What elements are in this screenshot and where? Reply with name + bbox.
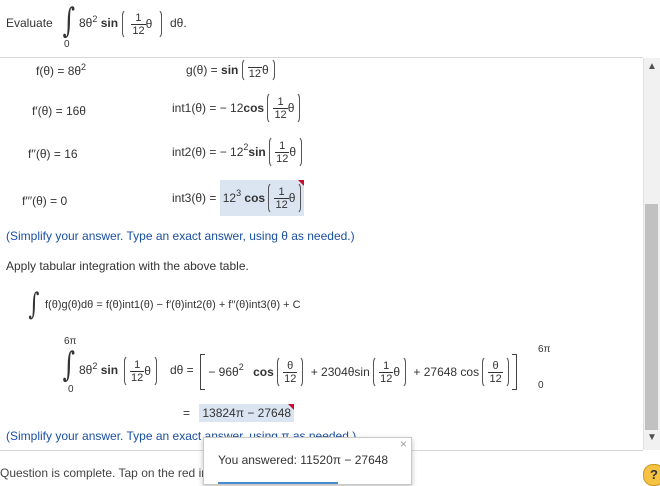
int3-answer-box[interactable]: 123 cos 1 12 θ xyxy=(219,180,305,216)
scroll-down-icon[interactable]: ▼ xyxy=(647,432,657,443)
scroll-up-icon[interactable]: ▲ xyxy=(647,61,657,72)
frac-numerator: 1 xyxy=(131,12,146,25)
g-row: g(θ) = sin 12 θ xyxy=(186,58,275,82)
formula-integral-sign: ∫ xyxy=(28,287,40,322)
term1-exponent: 2 xyxy=(238,362,244,373)
int1-frac-den: 12 xyxy=(274,108,287,121)
theta-symbol: θ xyxy=(145,17,153,31)
lhs-sin: sin xyxy=(100,363,119,377)
f2-row: f′′(θ) = 16 xyxy=(28,147,78,161)
int1-label: int1(θ) = xyxy=(172,101,217,115)
term2-frac-den: 12 xyxy=(380,372,393,385)
lhs-theta: θ xyxy=(144,364,151,378)
term3-frac-num: θ xyxy=(488,360,503,373)
term1-frac-den: 12 xyxy=(284,372,297,385)
term2-theta: θ xyxy=(393,365,401,379)
scrollbar-thumb[interactable] xyxy=(645,204,658,430)
term2-text: + 2304θsin xyxy=(310,365,370,379)
int2-frac-num: 1 xyxy=(275,140,290,153)
dtheta-label: dθ. xyxy=(170,16,187,30)
int1-frac-num: 1 xyxy=(273,96,288,109)
int1-row: int1(θ) = − 12cos 1 12 θ xyxy=(172,92,301,124)
popup-close-icon[interactable]: × xyxy=(400,437,407,451)
int3-function: cos xyxy=(244,191,266,205)
g-label: g(θ) = xyxy=(186,63,218,77)
popup-text: You answered: 11520π − 27648 xyxy=(218,453,389,467)
lhs-dtheta-equals: dθ = xyxy=(170,363,194,377)
eval-upper-limit: 6π xyxy=(538,344,551,355)
integrand-exponent: 2 xyxy=(92,14,98,24)
popup-underline xyxy=(218,482,338,484)
int2-label: int2(θ) = xyxy=(172,145,217,159)
g-frac-den: 12 xyxy=(248,67,261,80)
integrand-base: 8θ xyxy=(79,16,93,30)
f3-value: 0 xyxy=(60,194,68,208)
term2-frac-num: 1 xyxy=(379,360,394,373)
f0-value: 8θ xyxy=(67,64,82,78)
f2-label: f′′(θ) = xyxy=(28,147,61,161)
int2-theta: θ xyxy=(289,145,297,159)
lhs-base: 8θ xyxy=(79,363,93,377)
f0-row: f(θ) = 8θ2 xyxy=(36,62,87,79)
f0-label: f(θ) = xyxy=(36,64,65,78)
int3-theta: θ xyxy=(288,191,296,205)
int2-coefficient: − 12 xyxy=(219,145,244,159)
g-frac-num xyxy=(247,61,262,68)
answer-box[interactable]: 13824π − 27648 xyxy=(199,404,295,422)
g-theta: θ xyxy=(261,63,269,77)
term1-coefficient: − 96θ xyxy=(208,365,239,379)
int2-frac-den: 12 xyxy=(276,152,289,165)
int3-frac-den: 12 xyxy=(275,198,288,211)
f1-label: f′(θ) = xyxy=(32,104,63,118)
int2-row: int2(θ) = − 122sin 1 12 θ xyxy=(172,136,303,168)
evaluate-label: Evaluate xyxy=(6,16,53,30)
answer-red-indicator-icon[interactable] xyxy=(288,404,295,410)
f1-value: 16θ xyxy=(65,104,86,118)
f2-value: 16 xyxy=(64,147,78,161)
int2-function: sin xyxy=(248,145,266,159)
int1-function: cos xyxy=(243,101,265,115)
int3-label: int3(θ) = xyxy=(172,191,217,205)
lhs-frac-num: 1 xyxy=(130,359,145,372)
header-divider xyxy=(0,57,643,58)
term1-frac-num: θ xyxy=(283,360,298,373)
answer-equals: = xyxy=(183,406,191,420)
integrand: 8θ2 sin xyxy=(79,14,119,31)
f0-exponent: 2 xyxy=(81,62,87,72)
formula-text: f(θ)g(θ)dθ = f(θ)int1(θ) − f′(θ)int2(θ) … xyxy=(44,299,301,311)
term3-frac-den: 12 xyxy=(489,372,502,385)
term3-text: + 27648 cos xyxy=(413,365,480,379)
answer-popup: × You answered: 11520π − 27648 xyxy=(203,437,412,485)
help-icon[interactable]: ? xyxy=(643,464,660,486)
tabular-formula: ∫ f(θ)g(θ)dθ = f(θ)int1(θ) − f′(θ)int2(θ… xyxy=(26,287,301,322)
lhs-exponent: 2 xyxy=(92,361,98,371)
int3-coefficient: 12 xyxy=(222,191,237,205)
hint-text-1: (Simplify your answer. Type an exact ans… xyxy=(6,229,355,243)
lhs-frac-den: 12 xyxy=(131,371,144,384)
question-paren-expr: 1 12 θ xyxy=(122,9,162,39)
g-sin: sin xyxy=(221,63,239,77)
sin-label: sin xyxy=(100,16,119,30)
f3-row: f′′′(θ) = 0 xyxy=(22,194,67,208)
int1-coefficient: − 12 xyxy=(219,101,244,115)
int3-row: int3(θ) = 123 cos 1 12 θ xyxy=(172,180,305,216)
eval-lower-limit: 0 xyxy=(538,380,544,391)
red-indicator-icon[interactable] xyxy=(298,180,305,186)
term1-cos: cos xyxy=(253,365,274,379)
definite-integral-sign: ∫ xyxy=(62,345,76,385)
integral-lower-limit: 0 xyxy=(64,39,70,50)
definite-lower-limit: 0 xyxy=(68,384,74,395)
instruction-text: Apply tabular integration with the above… xyxy=(6,259,249,273)
answer-value: 13824π − 27648 xyxy=(202,406,292,420)
int3-frac-num: 1 xyxy=(274,186,289,199)
frac-denominator: 12 xyxy=(132,24,145,37)
f3-label: f′′′(θ) = xyxy=(22,194,58,208)
f1-row: f′(θ) = 16θ xyxy=(32,104,86,118)
answer-row: = 13824π − 27648 xyxy=(183,404,295,422)
int3-exponent: 3 xyxy=(236,188,242,199)
integral-sign: ∫ xyxy=(62,1,76,41)
int1-theta: θ xyxy=(287,101,295,115)
